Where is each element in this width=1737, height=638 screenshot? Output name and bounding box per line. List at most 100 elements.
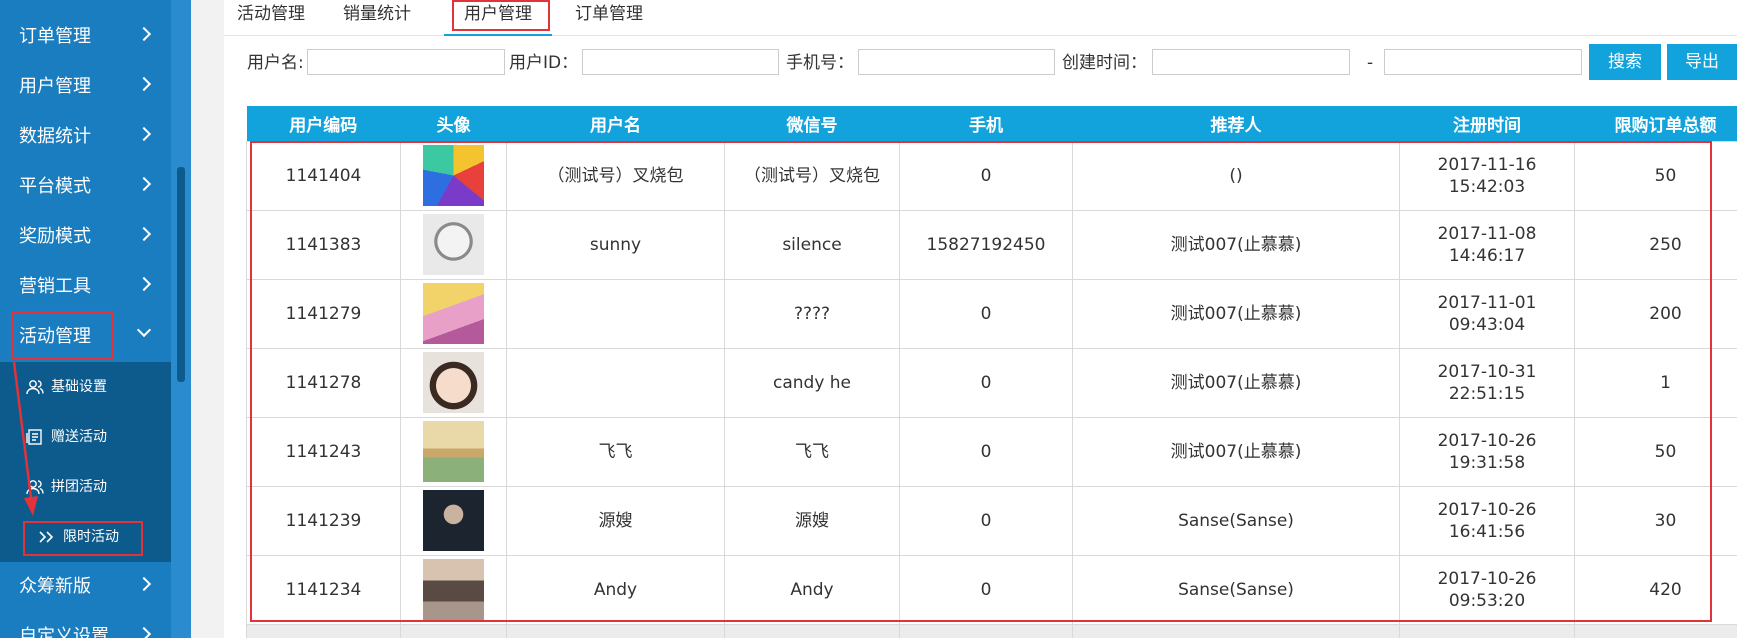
tab-activity-management[interactable]: 活动管理 [224,0,318,36]
tab-bar: 活动管理 销量统计 用户管理 订单管理 [224,0,1737,36]
nav-item-marketing-tools[interactable]: 营销工具 [0,262,171,312]
phone-input[interactable] [858,49,1055,75]
column-header[interactable]: 推荐人 [1072,106,1400,141]
empty-cell [400,623,507,638]
avatar[interactable] [423,559,484,620]
wechat-cell: ???? [724,278,900,349]
tab-order-management[interactable]: 订单管理 [562,0,656,36]
register-date: 2017-10-31 [1437,361,1537,382]
nav-item-custom-settings[interactable]: 自定义设置 [0,612,171,638]
tab-user-management[interactable]: 用户管理 [444,0,552,36]
date-range-separator: - [1367,53,1374,73]
order-total-cell: 250 [1574,209,1737,280]
table-row[interactable]: 1141383 sunny silence 15827192450 测试007(… [246,209,1737,280]
referrer-cell: Sanse(Sanse) [1072,485,1400,556]
user-id-cell: 1141278 [246,347,401,418]
phone-label: 手机号： [786,53,854,73]
table-row[interactable]: 1141243 飞飞 飞飞 0 测试007(止慕慕) 2017-10-26 19:… [246,416,1737,487]
phone-cell: 0 [899,416,1073,487]
avatar-cell [400,209,507,280]
wechat-cell: silence [724,209,900,280]
table-row[interactable]: 1141279 ???? 0 测试007(止慕慕) 2017-11-01 09:4… [246,278,1737,349]
register-date: 2017-10-26 [1437,568,1537,589]
register-time-cell: 2017-11-08 14:46:17 [1399,209,1575,280]
nav-item-reward-mode[interactable]: 奖励模式 [0,212,171,262]
table-row-partial [246,623,1737,638]
referrer-cell: 测试007(止慕慕) [1072,347,1400,418]
tab-sales-statistics[interactable]: 销量统计 [330,0,424,36]
order-total-cell: 1 [1574,347,1737,418]
nav-item-orders[interactable]: 订单管理 [0,12,171,62]
username-cell: sunny [506,209,725,280]
register-time-cell: 2017-10-26 19:31:58 [1399,416,1575,487]
order-total-cell: 420 [1574,554,1737,625]
avatar[interactable] [423,490,484,551]
column-header[interactable]: 手机 [899,106,1073,141]
column-header[interactable]: 用户编码 [246,106,401,141]
nav-item-users[interactable]: 用户管理 [0,62,171,112]
chevron-right-icon [136,576,152,592]
register-date: 2017-11-01 [1437,292,1537,313]
wechat-cell: 源嫂 [724,485,900,556]
userid-input[interactable] [582,49,779,75]
userid-label: 用户ID： [509,53,579,73]
nav-item-crowdfunding[interactable]: 众筹新版 [0,562,171,612]
avatar-cell [400,347,507,418]
register-date: 2017-10-26 [1437,430,1537,451]
submenu-label: 拼团活动 [51,479,107,495]
user-table-container: 用户编码 头像 用户名 微信号 手机 推荐人 注册时间 限购订单总额 11414… [246,106,1737,638]
avatar[interactable] [423,145,484,206]
created-end-input[interactable] [1384,49,1582,75]
user-id-cell: 1141239 [246,485,401,556]
empty-cell [724,623,900,638]
column-header[interactable]: 注册时间 [1399,106,1575,141]
created-start-input[interactable] [1152,49,1350,75]
sidebar-scrollbar-thumb[interactable] [177,167,185,382]
avatar[interactable] [423,421,484,482]
avatar[interactable] [423,352,484,413]
order-total-cell: 50 [1574,416,1737,487]
chevron-down-icon [136,322,152,338]
nav-label: 众筹新版 [19,576,91,597]
register-clock: 22:51:15 [1448,383,1526,404]
register-date: 2017-11-16 [1437,154,1537,175]
username-input[interactable] [307,49,505,75]
avatar[interactable] [423,283,484,344]
column-header[interactable]: 限购订单总额 [1574,106,1737,141]
register-clock: 09:43:04 [1448,314,1526,335]
avatar-cell [400,140,507,211]
table-row[interactable]: 1141234 Andy Andy 0 Sanse(Sanse) 2017-10… [246,554,1737,625]
referrer-cell: 测试007(止慕慕) [1072,416,1400,487]
double-chevron-right-icon [39,531,54,543]
column-header[interactable]: 微信号 [724,106,900,141]
main-content: 活动管理 销量统计 用户管理 订单管理 用户名: 用户ID： 手机号： 创建时间… [224,0,1737,638]
register-clock: 16:41:56 [1448,521,1526,542]
column-header[interactable]: 头像 [400,106,507,141]
nav-label: 平台模式 [19,176,91,197]
submenu-label: 基础设置 [51,379,107,395]
table-row[interactable]: 1141278 candy he 0 测试007(止慕慕) 2017-10-31… [246,347,1737,418]
nav-item-platform-mode[interactable]: 平台模式 [0,162,171,212]
export-button[interactable]: 导出 [1667,44,1737,80]
table-header-row: 用户编码 头像 用户名 微信号 手机 推荐人 注册时间 限购订单总额 [246,106,1737,141]
search-button[interactable]: 搜索 [1589,44,1661,80]
username-label: 用户名: [247,53,304,73]
table-row[interactable]: 1141239 源嫂 源嫂 0 Sanse(Sanse) 2017-10-26 1… [246,485,1737,556]
nav-item-statistics[interactable]: 数据统计 [0,112,171,162]
column-header[interactable]: 用户名 [506,106,725,141]
register-clock: 14:46:17 [1448,245,1526,266]
avatar[interactable] [423,214,484,275]
annotation-arrow-icon [12,361,38,516]
order-total-cell: 200 [1574,278,1737,349]
register-time-cell: 2017-10-26 16:41:56 [1399,485,1575,556]
username-cell: 源嫂 [506,485,725,556]
register-date: 2017-11-08 [1437,223,1537,244]
order-total-cell: 30 [1574,485,1737,556]
created-time-label: 创建时间： [1062,53,1147,73]
nav-label: 营销工具 [19,276,91,297]
nav-item-activity-management[interactable]: 活动管理 [0,312,171,362]
register-time-cell: 2017-10-31 22:51:15 [1399,347,1575,418]
register-time-cell: 2017-10-26 09:53:20 [1399,554,1575,625]
phone-cell: 0 [899,140,1073,211]
table-row[interactable]: 1141404 （测试号）叉烧包 （测试号）叉烧包 0 () 2017-11-1… [246,140,1737,211]
